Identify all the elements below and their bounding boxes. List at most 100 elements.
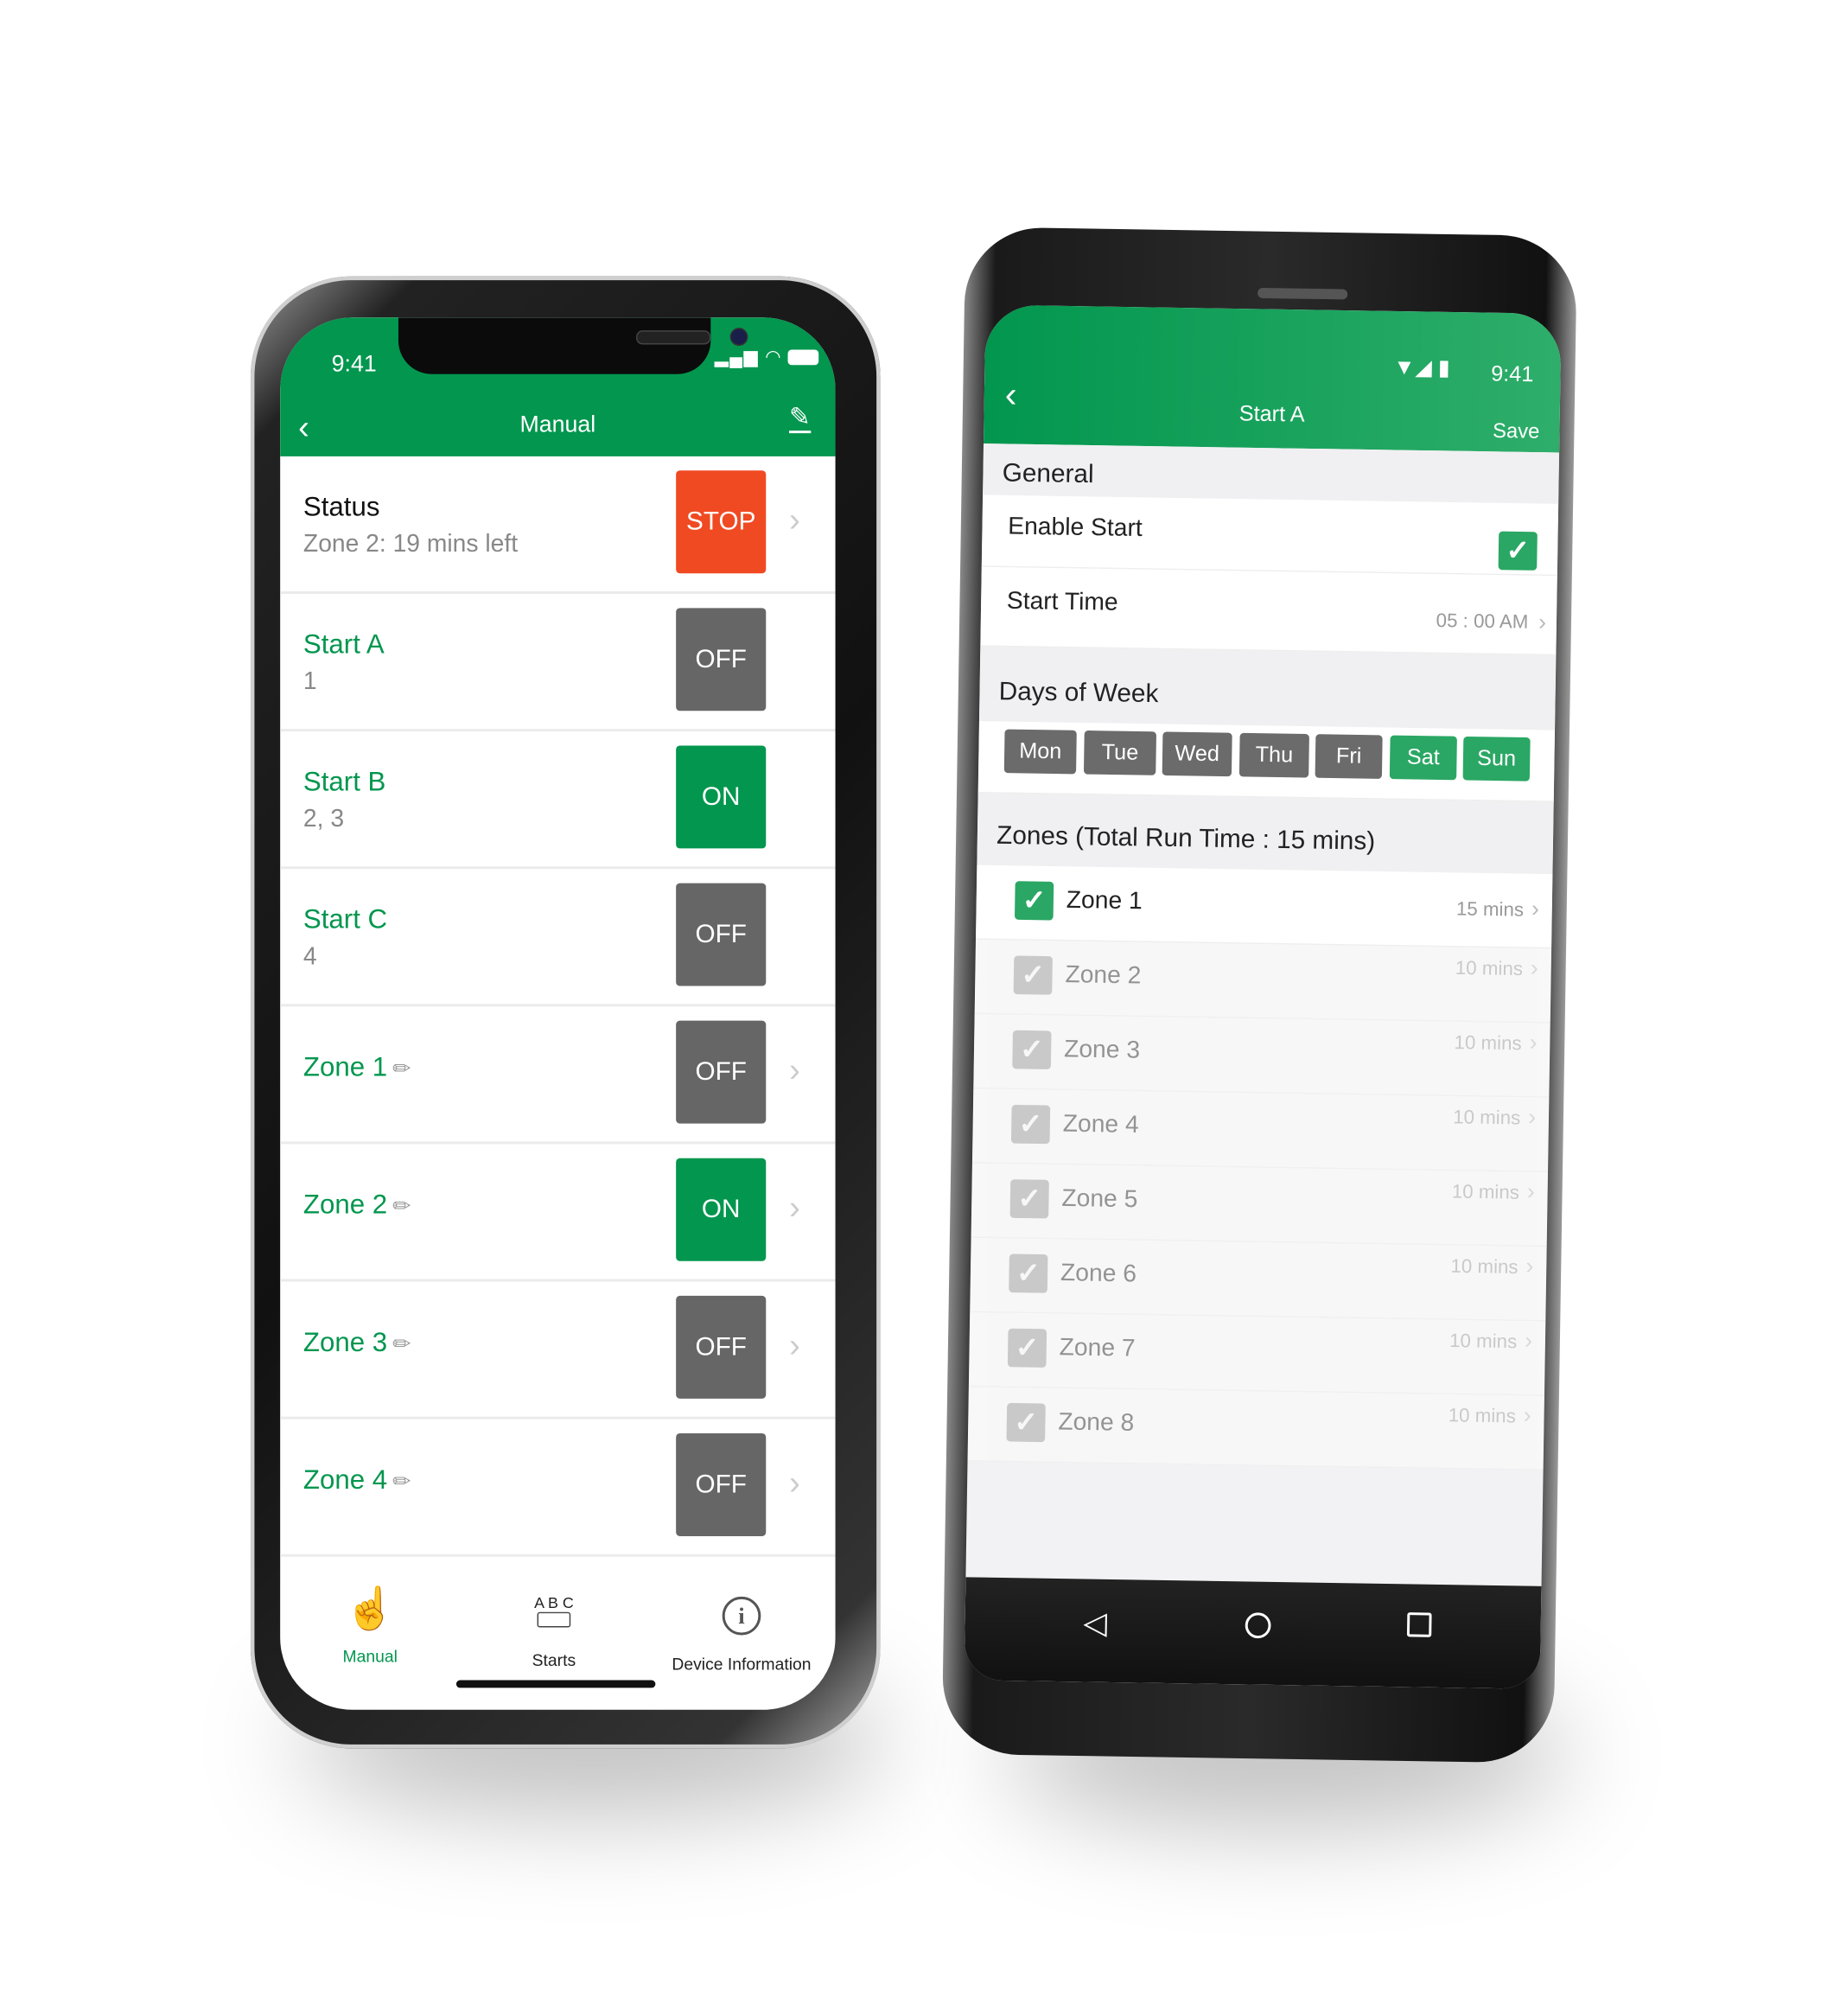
day-wed[interactable]: Wed bbox=[1162, 731, 1232, 777]
zone-row[interactable]: ✓ Zone 3 10 mins › bbox=[973, 1014, 1550, 1098]
enable-start-label: Enable Start bbox=[1007, 513, 1143, 543]
on-button[interactable]: ON bbox=[676, 745, 767, 849]
iphone-screen: 9:41 ▂▄▆ ◠ ‹ Manual ✎ Status Zone 2: 19 … bbox=[280, 317, 836, 1710]
android-screen: ▼◢ ▮ 9:41 ‹ Start A Save General Enable … bbox=[964, 304, 1562, 1689]
zone-row[interactable]: ✓ Zone 7 10 mins › bbox=[968, 1312, 1546, 1396]
zone-checkbox[interactable]: ✓ bbox=[1013, 955, 1053, 995]
section-title: General bbox=[1002, 459, 1094, 489]
tab-label: Device Information bbox=[672, 1654, 812, 1675]
zone-row[interactable]: ✓ Zone 8 10 mins › bbox=[967, 1387, 1544, 1471]
off-button[interactable]: OFF bbox=[676, 883, 767, 986]
chevron-right-icon[interactable]: › bbox=[789, 1050, 800, 1090]
list-item[interactable]: Zone 2 ✏ ON › bbox=[280, 1144, 836, 1282]
wifi-icon: ◠ bbox=[765, 346, 782, 367]
enable-start-row[interactable]: Enable Start ✓ bbox=[981, 494, 1559, 577]
zone-row[interactable]: ✓ Zone 4 10 mins › bbox=[971, 1088, 1550, 1173]
nav-header: ▼◢ ▮ 9:41 ‹ Start A Save bbox=[984, 304, 1562, 453]
chevron-right-icon: › bbox=[1524, 1327, 1533, 1354]
home-indicator bbox=[455, 1680, 656, 1688]
on-button[interactable]: ON bbox=[676, 1158, 767, 1261]
off-button[interactable]: OFF bbox=[676, 1433, 767, 1536]
zone-checkbox[interactable]: ✓ bbox=[1007, 1328, 1047, 1368]
zone-checkbox[interactable]: ✓ bbox=[1014, 881, 1054, 921]
list-item[interactable]: Start B 2, 3 ON bbox=[280, 731, 836, 870]
row-subtitle: 2, 3 bbox=[302, 806, 345, 833]
day-tue[interactable]: Tue bbox=[1083, 730, 1157, 775]
speaker bbox=[1258, 287, 1348, 300]
stop-button[interactable]: STOP bbox=[676, 470, 767, 574]
chevron-right-icon: › bbox=[1531, 896, 1540, 922]
chevron-right-icon[interactable]: › bbox=[789, 1325, 800, 1365]
start-time-value: 05 : 00 AM bbox=[1436, 609, 1529, 634]
row-title: Status bbox=[302, 492, 380, 522]
pencil-icon[interactable]: ✏ bbox=[392, 1194, 411, 1218]
zone-checkbox[interactable]: ✓ bbox=[1009, 1254, 1048, 1293]
tab-device-information[interactable]: i Device Information bbox=[652, 1585, 831, 1674]
android-nav-bar: ◁ bbox=[964, 1577, 1542, 1689]
list-item[interactable]: Start A 1 OFF bbox=[280, 594, 836, 732]
zone-row[interactable]: ✓ Zone 2 10 mins › bbox=[974, 939, 1552, 1024]
zone-checkbox[interactable]: ✓ bbox=[1012, 1030, 1052, 1069]
enable-start-checkbox[interactable]: ✓ bbox=[1498, 531, 1538, 571]
zone-label: Zone 3 bbox=[1063, 1036, 1141, 1065]
zone-row[interactable]: ✓ Zone 6 10 mins › bbox=[970, 1237, 1547, 1322]
zone-time: 10 mins bbox=[1454, 1031, 1522, 1056]
day-thu[interactable]: Thu bbox=[1238, 732, 1309, 778]
off-button[interactable]: OFF bbox=[676, 1295, 767, 1399]
row-title: Zone 2 ✏ bbox=[302, 1190, 411, 1221]
list-item[interactable]: Zone 1 ✏ OFF › bbox=[280, 1006, 836, 1145]
zone-time: 10 mins bbox=[1451, 1181, 1520, 1204]
section-title: Days of Week bbox=[998, 677, 1159, 709]
row-title: Start C bbox=[302, 904, 388, 935]
save-button[interactable]: Save bbox=[1493, 421, 1540, 445]
section-title: Zones (Total Run Time : 15 mins) bbox=[996, 821, 1376, 857]
section-general: General bbox=[983, 443, 1560, 504]
zone-checkbox[interactable]: ✓ bbox=[1006, 1402, 1046, 1443]
day-fri[interactable]: Fri bbox=[1315, 734, 1383, 779]
tab-starts[interactable]: A B C Starts bbox=[464, 1581, 644, 1669]
zone-label: Zone 4 bbox=[1062, 1110, 1139, 1139]
start-time-label: Start Time bbox=[1006, 587, 1118, 617]
zone-label: Zone 8 bbox=[1058, 1408, 1135, 1438]
chevron-right-icon: › bbox=[1529, 1029, 1538, 1056]
day-sun[interactable]: Sun bbox=[1462, 736, 1531, 782]
hand-pointer-icon: ☝ bbox=[344, 1585, 396, 1632]
tab-manual[interactable]: ☝ Manual bbox=[280, 1578, 460, 1666]
list-item[interactable]: Start C 4 OFF bbox=[280, 869, 836, 1007]
day-mon[interactable]: Mon bbox=[1003, 729, 1077, 775]
off-button[interactable]: OFF bbox=[676, 1020, 767, 1124]
day-sat[interactable]: Sat bbox=[1389, 735, 1457, 781]
chevron-right-icon[interactable]: › bbox=[789, 1463, 800, 1502]
zone-label: Zone 2 bbox=[1065, 961, 1142, 990]
recents-nav-icon[interactable] bbox=[1406, 1612, 1432, 1637]
zone-row[interactable]: ✓ Zone 5 10 mins › bbox=[971, 1163, 1549, 1247]
zone-time: 15 mins bbox=[1455, 898, 1525, 922]
info-icon: i bbox=[722, 1596, 761, 1636]
pencil-icon[interactable]: ✏ bbox=[392, 1470, 411, 1494]
camera bbox=[729, 328, 748, 347]
pencil-icon[interactable]: ✏ bbox=[392, 1056, 411, 1081]
chevron-right-icon[interactable]: › bbox=[789, 500, 800, 539]
row-subtitle: Zone 2: 19 mins left bbox=[302, 531, 519, 558]
zone-checkbox[interactable]: ✓ bbox=[1010, 1104, 1051, 1145]
list-item[interactable]: Zone 4 ✏ OFF › bbox=[280, 1419, 836, 1557]
edit-button[interactable]: ✎ bbox=[789, 405, 811, 434]
list-item[interactable]: Zone 3 ✏ OFF › bbox=[280, 1282, 836, 1419]
zone-checkbox[interactable]: ✓ bbox=[1009, 1179, 1049, 1219]
row-subtitle: 4 bbox=[302, 943, 317, 971]
start-time-row[interactable]: Start Time 05 : 00 AM › bbox=[980, 566, 1557, 656]
battery-icon: ▮ bbox=[1437, 355, 1450, 380]
row-title: Zone 4 ✏ bbox=[302, 1465, 411, 1496]
nav-header: 9:41 ▂▄▆ ◠ ‹ Manual ✎ bbox=[280, 317, 836, 456]
home-nav-icon[interactable] bbox=[1245, 1612, 1271, 1639]
section-days: Days of Week bbox=[978, 646, 1557, 730]
abc-toggle-icon: A B C bbox=[534, 1593, 574, 1630]
pencil-icon[interactable]: ✏ bbox=[392, 1332, 411, 1356]
zone-label: Zone 5 bbox=[1061, 1185, 1138, 1214]
zone-row[interactable]: ✓ Zone 1 15 mins › bbox=[975, 864, 1553, 949]
off-button[interactable]: OFF bbox=[676, 608, 767, 711]
chevron-right-icon[interactable]: › bbox=[789, 1188, 800, 1228]
back-nav-icon[interactable]: ◁ bbox=[1083, 1605, 1107, 1643]
list-item[interactable]: Status Zone 2: 19 mins left STOP › bbox=[280, 456, 836, 594]
row-title: Start A bbox=[302, 629, 385, 660]
